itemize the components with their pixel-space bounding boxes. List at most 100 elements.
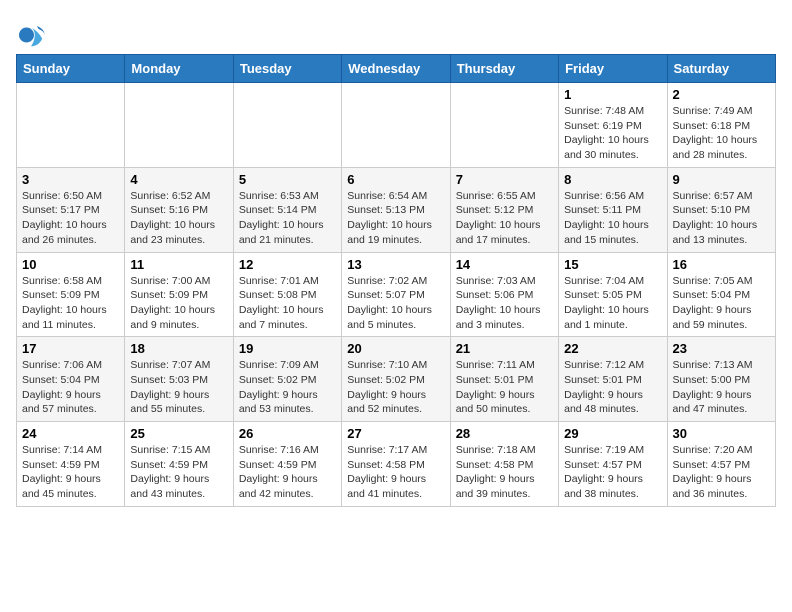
calendar-cell: 20 Sunrise: 7:10 AM Sunset: 5:02 PM Dayli… <box>342 337 450 422</box>
calendar-cell: 10 Sunrise: 6:58 AM Sunset: 5:09 PM Dayli… <box>17 252 125 337</box>
day-number: 27 <box>347 426 444 441</box>
day-info: Sunrise: 7:12 AM Sunset: 5:01 PM Dayligh… <box>564 358 661 417</box>
day-info: Sunrise: 7:19 AM Sunset: 4:57 PM Dayligh… <box>564 443 661 502</box>
day-info: Sunrise: 6:55 AM Sunset: 5:12 PM Dayligh… <box>456 189 553 248</box>
day-info: Sunrise: 7:06 AM Sunset: 5:04 PM Dayligh… <box>22 358 119 417</box>
day-number: 10 <box>22 257 119 272</box>
day-info: Sunrise: 7:05 AM Sunset: 5:04 PM Dayligh… <box>673 274 770 333</box>
day-info: Sunrise: 7:11 AM Sunset: 5:01 PM Dayligh… <box>456 358 553 417</box>
calendar-cell: 3 Sunrise: 6:50 AM Sunset: 5:17 PM Daylig… <box>17 167 125 252</box>
calendar-week-1: 3 Sunrise: 6:50 AM Sunset: 5:17 PM Daylig… <box>17 167 776 252</box>
calendar-cell: 15 Sunrise: 7:04 AM Sunset: 5:05 PM Dayli… <box>559 252 667 337</box>
weekday-header-wednesday: Wednesday <box>342 55 450 83</box>
day-info: Sunrise: 6:52 AM Sunset: 5:16 PM Dayligh… <box>130 189 227 248</box>
calendar-cell: 19 Sunrise: 7:09 AM Sunset: 5:02 PM Dayli… <box>233 337 341 422</box>
calendar-cell: 1Sunrise: 7:48 AM Sunset: 6:19 PM Daylig… <box>559 83 667 168</box>
day-number: 5 <box>239 172 336 187</box>
day-info: Sunrise: 7:17 AM Sunset: 4:58 PM Dayligh… <box>347 443 444 502</box>
day-info: Sunrise: 6:50 AM Sunset: 5:17 PM Dayligh… <box>22 189 119 248</box>
weekday-header-sunday: Sunday <box>17 55 125 83</box>
weekday-header-monday: Monday <box>125 55 233 83</box>
day-number: 9 <box>673 172 770 187</box>
day-info: Sunrise: 6:58 AM Sunset: 5:09 PM Dayligh… <box>22 274 119 333</box>
day-number: 7 <box>456 172 553 187</box>
calendar-cell <box>450 83 558 168</box>
day-number: 6 <box>347 172 444 187</box>
calendar-table: SundayMondayTuesdayWednesdayThursdayFrid… <box>16 54 776 507</box>
day-number: 19 <box>239 341 336 356</box>
day-info: Sunrise: 7:49 AM Sunset: 6:18 PM Dayligh… <box>673 104 770 163</box>
calendar-cell: 4 Sunrise: 6:52 AM Sunset: 5:16 PM Daylig… <box>125 167 233 252</box>
calendar-week-3: 17 Sunrise: 7:06 AM Sunset: 5:04 PM Dayli… <box>17 337 776 422</box>
day-number: 30 <box>673 426 770 441</box>
calendar-cell: 24Sunrise: 7:14 AM Sunset: 4:59 PM Dayli… <box>17 422 125 507</box>
day-number: 23 <box>673 341 770 356</box>
calendar-week-4: 24Sunrise: 7:14 AM Sunset: 4:59 PM Dayli… <box>17 422 776 507</box>
weekday-header-saturday: Saturday <box>667 55 775 83</box>
day-info: Sunrise: 7:07 AM Sunset: 5:03 PM Dayligh… <box>130 358 227 417</box>
logo <box>16 20 50 50</box>
day-info: Sunrise: 7:01 AM Sunset: 5:08 PM Dayligh… <box>239 274 336 333</box>
calendar-cell: 27 Sunrise: 7:17 AM Sunset: 4:58 PM Dayli… <box>342 422 450 507</box>
day-number: 8 <box>564 172 661 187</box>
calendar-cell: 8 Sunrise: 6:56 AM Sunset: 5:11 PM Daylig… <box>559 167 667 252</box>
day-info: Sunrise: 6:57 AM Sunset: 5:10 PM Dayligh… <box>673 189 770 248</box>
calendar-week-0: 1Sunrise: 7:48 AM Sunset: 6:19 PM Daylig… <box>17 83 776 168</box>
calendar-cell: 17 Sunrise: 7:06 AM Sunset: 5:04 PM Dayli… <box>17 337 125 422</box>
calendar-cell: 14Sunrise: 7:03 AM Sunset: 5:06 PM Dayli… <box>450 252 558 337</box>
calendar-cell: 6 Sunrise: 6:54 AM Sunset: 5:13 PM Daylig… <box>342 167 450 252</box>
day-info: Sunrise: 7:18 AM Sunset: 4:58 PM Dayligh… <box>456 443 553 502</box>
calendar-cell: 13Sunrise: 7:02 AM Sunset: 5:07 PM Dayli… <box>342 252 450 337</box>
day-number: 3 <box>22 172 119 187</box>
calendar-cell: 5 Sunrise: 6:53 AM Sunset: 5:14 PM Daylig… <box>233 167 341 252</box>
day-info: Sunrise: 7:00 AM Sunset: 5:09 PM Dayligh… <box>130 274 227 333</box>
calendar-cell: 25 Sunrise: 7:15 AM Sunset: 4:59 PM Dayli… <box>125 422 233 507</box>
day-number: 25 <box>130 426 227 441</box>
day-info: Sunrise: 7:20 AM Sunset: 4:57 PM Dayligh… <box>673 443 770 502</box>
day-info: Sunrise: 7:10 AM Sunset: 5:02 PM Dayligh… <box>347 358 444 417</box>
calendar-cell: 7 Sunrise: 6:55 AM Sunset: 5:12 PM Daylig… <box>450 167 558 252</box>
page-header <box>16 16 776 50</box>
day-info: Sunrise: 7:16 AM Sunset: 4:59 PM Dayligh… <box>239 443 336 502</box>
day-info: Sunrise: 7:04 AM Sunset: 5:05 PM Dayligh… <box>564 274 661 333</box>
calendar-cell: 28 Sunrise: 7:18 AM Sunset: 4:58 PM Dayli… <box>450 422 558 507</box>
calendar-cell: 29 Sunrise: 7:19 AM Sunset: 4:57 PM Dayli… <box>559 422 667 507</box>
weekday-header-thursday: Thursday <box>450 55 558 83</box>
calendar-cell: 12Sunrise: 7:01 AM Sunset: 5:08 PM Dayli… <box>233 252 341 337</box>
day-number: 16 <box>673 257 770 272</box>
day-info: Sunrise: 7:13 AM Sunset: 5:00 PM Dayligh… <box>673 358 770 417</box>
day-info: Sunrise: 7:09 AM Sunset: 5:02 PM Dayligh… <box>239 358 336 417</box>
day-number: 28 <box>456 426 553 441</box>
calendar-cell <box>233 83 341 168</box>
day-number: 29 <box>564 426 661 441</box>
day-info: Sunrise: 6:56 AM Sunset: 5:11 PM Dayligh… <box>564 189 661 248</box>
day-info: Sunrise: 7:15 AM Sunset: 4:59 PM Dayligh… <box>130 443 227 502</box>
calendar-cell <box>342 83 450 168</box>
day-number: 13 <box>347 257 444 272</box>
calendar-cell: 18 Sunrise: 7:07 AM Sunset: 5:03 PM Dayli… <box>125 337 233 422</box>
calendar-cell: 2 Sunrise: 7:49 AM Sunset: 6:18 PM Daylig… <box>667 83 775 168</box>
day-number: 11 <box>130 257 227 272</box>
calendar-cell: 30 Sunrise: 7:20 AM Sunset: 4:57 PM Dayli… <box>667 422 775 507</box>
day-number: 4 <box>130 172 227 187</box>
logo-icon <box>16 20 46 50</box>
calendar-cell: 11 Sunrise: 7:00 AM Sunset: 5:09 PM Dayli… <box>125 252 233 337</box>
weekday-header-friday: Friday <box>559 55 667 83</box>
calendar-cell <box>17 83 125 168</box>
day-number: 18 <box>130 341 227 356</box>
calendar-cell: 9 Sunrise: 6:57 AM Sunset: 5:10 PM Daylig… <box>667 167 775 252</box>
day-info: Sunrise: 7:03 AM Sunset: 5:06 PM Dayligh… <box>456 274 553 333</box>
day-info: Sunrise: 6:53 AM Sunset: 5:14 PM Dayligh… <box>239 189 336 248</box>
day-number: 2 <box>673 87 770 102</box>
calendar-cell: 16 Sunrise: 7:05 AM Sunset: 5:04 PM Dayli… <box>667 252 775 337</box>
day-number: 22 <box>564 341 661 356</box>
day-number: 15 <box>564 257 661 272</box>
day-number: 20 <box>347 341 444 356</box>
day-number: 17 <box>22 341 119 356</box>
calendar-week-2: 10 Sunrise: 6:58 AM Sunset: 5:09 PM Dayli… <box>17 252 776 337</box>
day-number: 26 <box>239 426 336 441</box>
day-info: Sunrise: 7:14 AM Sunset: 4:59 PM Dayligh… <box>22 443 119 502</box>
day-number: 1 <box>564 87 661 102</box>
day-number: 21 <box>456 341 553 356</box>
day-info: Sunrise: 6:54 AM Sunset: 5:13 PM Dayligh… <box>347 189 444 248</box>
